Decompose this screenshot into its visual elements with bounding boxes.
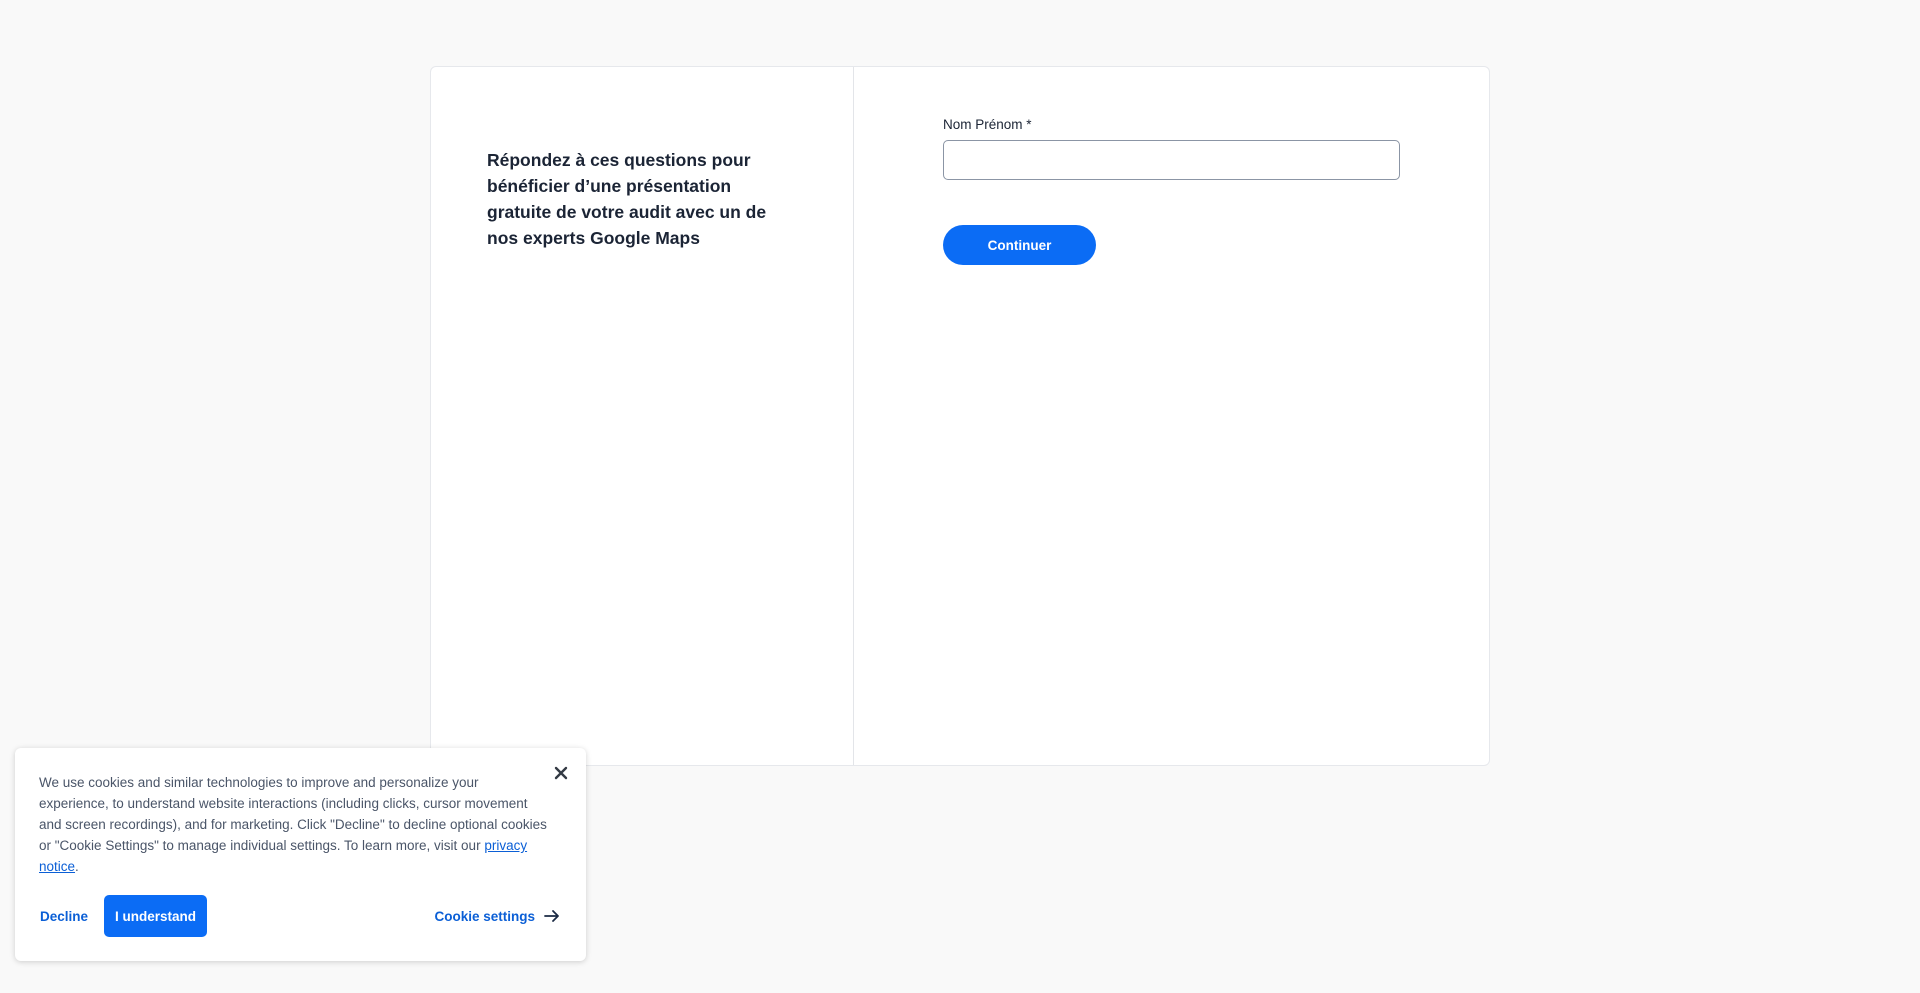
cookie-settings-label: Cookie settings	[434, 908, 535, 924]
decline-button[interactable]: Decline	[40, 909, 88, 924]
form-card: Répondez à ces questions pour bénéficier…	[430, 66, 1490, 766]
cookie-message-end: .	[75, 859, 79, 874]
name-field-label: Nom Prénom *	[943, 117, 1032, 132]
form-panel: Nom Prénom * Continuer	[854, 67, 1489, 765]
cookie-message-text: We use cookies and similar technologies …	[39, 775, 547, 853]
intro-text: Répondez à ces questions pour bénéficier…	[487, 150, 767, 248]
arrow-right-icon	[543, 907, 561, 925]
cookie-settings-button[interactable]: Cookie settings	[434, 907, 561, 925]
cookie-banner: We use cookies and similar technologies …	[15, 748, 586, 961]
close-icon[interactable]	[550, 762, 572, 784]
accept-button[interactable]: I understand	[104, 895, 208, 937]
name-input[interactable]	[943, 140, 1400, 180]
continue-button[interactable]: Continuer	[943, 225, 1096, 265]
cookie-message: We use cookies and similar technologies …	[39, 772, 549, 877]
cookie-actions: Decline I understand Cookie settings	[40, 895, 561, 937]
intro-panel: Répondez à ces questions pour bénéficier…	[431, 67, 854, 765]
